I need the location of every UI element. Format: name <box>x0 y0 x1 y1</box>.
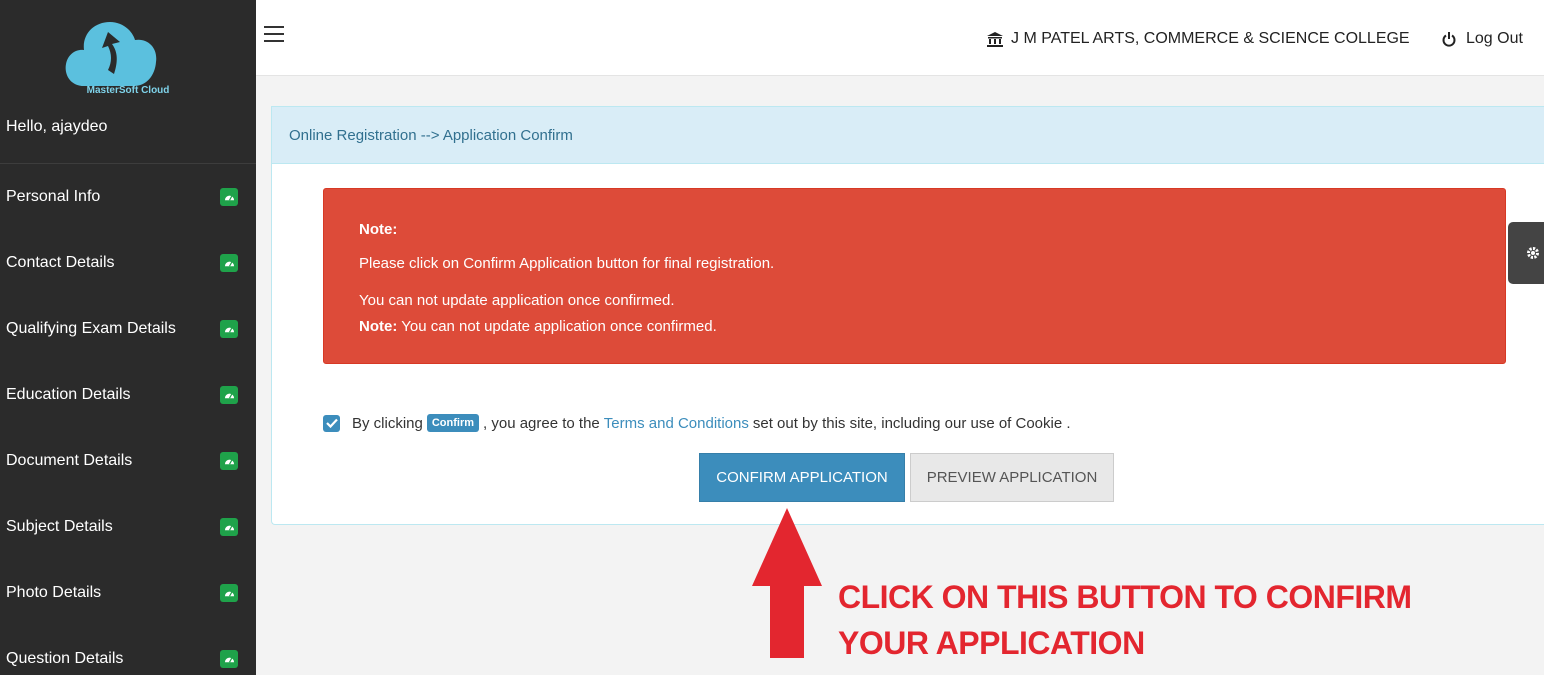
sidebar-item-qualifying-exam-details[interactable]: Qualifying Exam Details <box>0 296 256 362</box>
sidebar: MasterSoft Cloud Hello, ajaydeo Personal… <box>0 0 256 675</box>
panel-heading: Online Registration --> Application Conf… <box>271 106 1544 164</box>
college-name-text: J M PATEL ARTS, COMMERCE & SCIENCE COLLE… <box>1011 30 1410 47</box>
sidebar-item-label: Photo Details <box>6 584 102 601</box>
terms-link[interactable]: Terms and Conditions <box>604 415 749 432</box>
confirm-pill: Confirm <box>426 414 480 432</box>
gear-icon <box>1527 247 1539 259</box>
alert-line: Note: You can not update application onc… <box>359 318 717 335</box>
terms-checkbox[interactable] <box>323 414 340 432</box>
sidebar-item-photo-details[interactable]: Photo Details <box>0 560 256 626</box>
dashboard-icon <box>220 584 238 602</box>
annotation-arrow-icon <box>752 508 822 658</box>
dashboard-icon <box>220 254 238 272</box>
sidebar-item-label: Qualifying Exam Details <box>6 320 176 337</box>
sidebar-item-document-details[interactable]: Document Details <box>0 428 256 494</box>
sidebar-item-label: Education Details <box>6 386 131 403</box>
sidebar-item-label: Document Details <box>6 452 133 469</box>
power-icon <box>1442 31 1456 47</box>
sidebar-item-question-details[interactable]: Question Details <box>0 626 256 675</box>
institution-icon <box>987 31 1003 47</box>
annotation-callout: CLICK ON THIS BUTTON TO CONFIRM YOUR APP… <box>838 574 1412 666</box>
dashboard-icon <box>220 188 238 206</box>
hamburger-menu-icon[interactable] <box>264 26 284 42</box>
preview-application-button[interactable]: PREVIEW APPLICATION <box>910 453 1114 502</box>
callout-line: CLICK ON THIS BUTTON TO CONFIRM <box>838 579 1412 615</box>
sidebar-item-label: Contact Details <box>6 254 115 271</box>
alert-heading: Note: <box>359 221 398 238</box>
terms-agreement: By clicking Confirm , you agree to the T… <box>323 414 1071 432</box>
breadcrumb: Online Registration --> Application Conf… <box>289 127 573 144</box>
dashboard-icon <box>220 386 238 404</box>
alert-line-text: You can not update application once conf… <box>397 318 717 335</box>
sidebar-item-contact-details[interactable]: Contact Details <box>0 230 256 296</box>
sidebar-item-education-details[interactable]: Education Details <box>0 362 256 428</box>
sidebar-item-label: Question Details <box>6 650 124 667</box>
alert-bold-label: Note: <box>359 318 398 335</box>
agreement-prefix: By clicking <box>352 414 423 432</box>
checkmark-icon <box>325 418 338 428</box>
sidebar-item-label: Subject Details <box>6 518 113 535</box>
logout-button[interactable]: Log Out <box>1442 30 1523 48</box>
alert-line: Please click on Confirm Application butt… <box>359 255 775 272</box>
cloud-logo-icon <box>65 22 157 86</box>
confirm-application-button[interactable]: CONFIRM APPLICATION <box>699 453 905 502</box>
sidebar-item-label: Personal Info <box>6 188 101 205</box>
agreement-middle: , you agree to the <box>483 414 600 432</box>
sidebar-item-subject-details[interactable]: Subject Details <box>0 494 256 560</box>
dashboard-icon <box>220 518 238 536</box>
logo: MasterSoft Cloud <box>0 0 256 106</box>
sidebar-item-personal-info[interactable]: Personal Info <box>0 164 256 230</box>
alert-line: You can not update application once conf… <box>359 292 675 309</box>
callout-line: YOUR APPLICATION <box>838 625 1145 661</box>
logo-text: MasterSoft Cloud <box>86 85 170 96</box>
topbar: J M PATEL ARTS, COMMERCE & SCIENCE COLLE… <box>256 0 1544 76</box>
logout-label: Log Out <box>1466 30 1523 47</box>
dashboard-icon <box>220 452 238 470</box>
dashboard-icon <box>220 650 238 668</box>
note-alert: Note: Please click on Confirm Applicatio… <box>323 188 1506 364</box>
dashboard-icon <box>220 320 238 338</box>
college-name: J M PATEL ARTS, COMMERCE & SCIENCE COLLE… <box>987 30 1410 48</box>
settings-tab[interactable] <box>1508 222 1544 284</box>
agreement-suffix: set out by this site, including our use … <box>752 414 1071 432</box>
greeting: Hello, ajaydeo <box>0 106 256 164</box>
